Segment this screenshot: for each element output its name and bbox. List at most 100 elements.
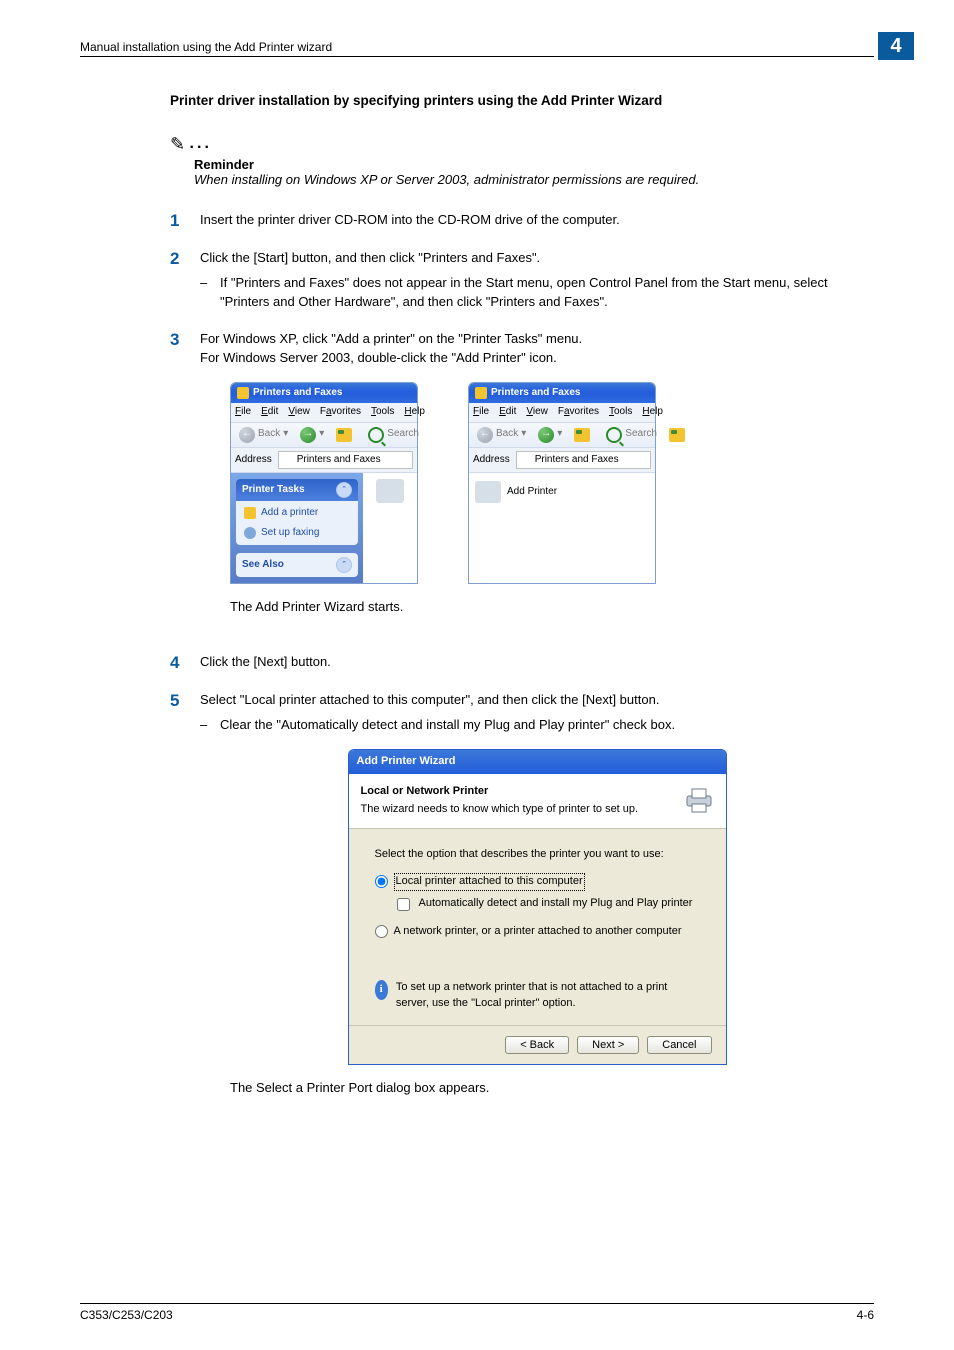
folders-icon [669,428,685,442]
section-title: Printer driver installation by specifyin… [170,93,874,108]
menu-favorites[interactable]: Favorites [558,405,599,420]
step-body: Click the [Next] button. [200,653,874,673]
menu-favorites[interactable]: Favorites [320,405,361,420]
next-button[interactable]: Next > [577,1036,639,1054]
chevron-up-icon: ˆ [336,557,352,573]
step-1: 1 Insert the printer driver CD-ROM into … [170,211,874,231]
printer-icon [237,387,249,399]
toolbar: ←Back ▾ → ▾ Search [231,422,417,448]
forward-arrow-icon: → [300,427,316,443]
wizard-prompt: Select the option that describes the pri… [375,847,700,863]
window-title-bar[interactable]: Printers and Faxes [469,383,655,404]
screenshot-printers-server2003: Printers and Faxes File Edit View Favori… [468,382,656,585]
step-number: 4 [170,653,200,673]
menu-bar[interactable]: File Edit View Favorites Tools Help [231,403,417,422]
step-number: 1 [170,211,200,231]
search-icon [368,427,384,443]
option-auto-detect[interactable]: Automatically detect and install my Plug… [393,895,700,914]
back-arrow-icon: ← [239,427,255,443]
info-icon: i [375,980,388,1000]
set-up-faxing-link[interactable]: Set up faxing [244,526,350,541]
wizard-title-bar[interactable]: Add Printer Wizard [349,750,726,774]
back-button[interactable]: ←Back ▾ [473,426,530,444]
search-icon [606,427,622,443]
search-button[interactable]: Search [602,426,661,444]
step-2: 2 Click the [Start] button, and then cli… [170,249,874,312]
step-result: The Select a Printer Port dialog box app… [230,1079,874,1098]
address-label: Address [235,453,272,468]
reminder-title: Reminder [194,157,874,172]
fax-icon [244,527,256,539]
menu-tools[interactable]: Tools [371,405,394,420]
forward-arrow-icon: → [538,427,554,443]
screenshot-printers-xp: Printers and Faxes File Edit View Favori… [230,382,418,585]
step-5: 5 Select "Local printer attached to this… [170,691,874,1115]
back-arrow-icon: ← [477,427,493,443]
step-number: 2 [170,249,200,312]
printer-icon [244,507,256,519]
menu-view[interactable]: View [288,405,310,420]
step-3: 3 For Windows XP, click "Add a printer" … [170,330,874,635]
breadcrumb: Manual installation using the Add Printe… [80,40,332,54]
menu-edit[interactable]: Edit [261,405,278,420]
forward-button[interactable]: → ▾ [296,426,328,444]
folders-button[interactable] [665,427,689,443]
step-body-line1: For Windows XP, click "Add a printer" on… [200,330,874,349]
add-printer-icon [475,481,501,503]
step-body: Select "Local printer attached to this c… [200,692,659,707]
search-button[interactable]: Search [364,426,423,444]
up-button[interactable] [570,427,594,443]
address-field[interactable]: Printers and Faxes [278,451,413,470]
step-4: 4 Click the [Next] button. [170,653,874,673]
menu-bar[interactable]: File Edit View Favorites Tools Help [469,403,655,422]
reminder-block: ✎ ... Reminder When installing on Window… [170,132,874,187]
radio-network[interactable] [375,925,388,938]
up-button[interactable] [332,427,356,443]
add-printer-label: Add Printer [507,485,557,500]
window-title: Printers and Faxes [253,386,342,401]
step-body: Insert the printer driver CD-ROM into th… [200,211,874,231]
menu-file[interactable]: File [473,405,489,420]
forward-button[interactable]: → ▾ [534,426,566,444]
printer-icon [376,479,404,503]
step-body-line2: For Windows Server 2003, double-click th… [200,349,874,368]
wizard-header-subtitle: The wizard needs to know which type of p… [361,803,639,815]
reminder-text: When installing on Windows XP or Server … [194,172,874,187]
menu-file[interactable]: File [235,405,251,420]
step-sub: If "Printers and Faxes" does not appear … [220,274,874,312]
step-number: 3 [170,330,200,635]
wizard-info-text: To set up a network printer that is not … [396,980,700,1012]
back-button[interactable]: ←Back ▾ [235,426,292,444]
back-button[interactable]: < Back [505,1036,569,1054]
printer-icon [283,455,293,465]
note-icon: ✎ [170,134,185,154]
step-body: Click the [Start] button, and then click… [200,250,540,265]
printer-tasks-header[interactable]: Printer Tasksˆ [236,479,358,501]
screenshot-add-printer-wizard: Add Printer Wizard Local or Network Prin… [348,749,727,1065]
step-result: The Add Printer Wizard starts. [230,598,874,617]
add-printer-item[interactable]: Add Printer [475,481,557,503]
step-sub: Clear the "Automatically detect and inst… [220,716,675,735]
address-field[interactable]: Printers and Faxes [516,451,651,470]
see-also-panel[interactable]: See Also ˆ [236,553,358,577]
option-local-printer[interactable]: Local printer attached to this computer [375,873,700,891]
printer-tasks-panel: Printer Tasksˆ Add a printer Set up faxi… [236,479,358,545]
menu-view[interactable]: View [526,405,548,420]
menu-help[interactable]: Help [404,405,425,420]
option-network-printer[interactable]: A network printer, or a printer attached… [375,924,700,940]
toolbar: ←Back ▾ → ▾ Search [469,422,655,448]
dash-icon: – [200,274,220,312]
window-title-bar[interactable]: Printers and Faxes [231,383,417,404]
radio-local[interactable] [375,875,388,888]
folder-up-icon [574,428,590,442]
menu-edit[interactable]: Edit [499,405,516,420]
window-title: Printers and Faxes [491,386,580,401]
printer-item[interactable] [367,479,413,503]
checkbox-auto-detect[interactable] [397,898,410,911]
menu-tools[interactable]: Tools [609,405,632,420]
add-a-printer-link[interactable]: Add a printer [244,506,350,521]
menu-help[interactable]: Help [642,405,663,420]
footer-model: C353/C253/C203 [80,1308,173,1322]
chevron-up-icon: ˆ [336,482,352,498]
cancel-button[interactable]: Cancel [647,1036,711,1054]
